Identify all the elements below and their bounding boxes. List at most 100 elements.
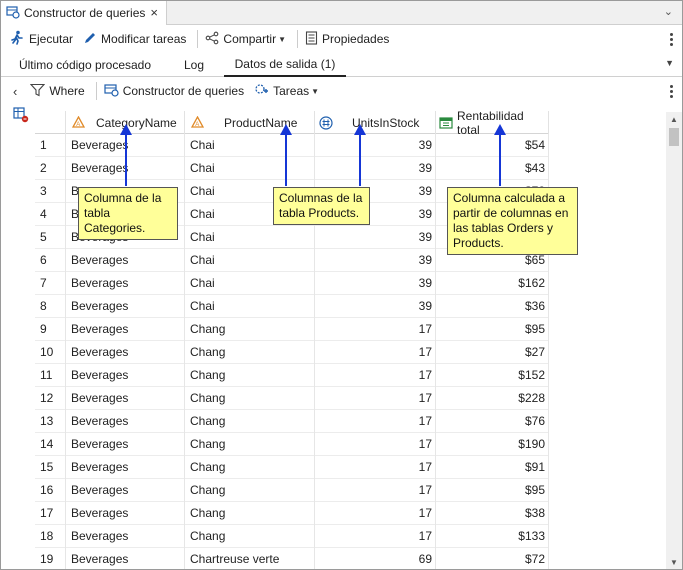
rentabilidad-total-cell[interactable]: $36 bbox=[436, 295, 549, 318]
productname-cell[interactable]: Chang bbox=[185, 410, 315, 433]
categoryname-cell[interactable]: Beverages bbox=[66, 387, 185, 410]
unitsinstock-cell[interactable]: 17 bbox=[315, 410, 436, 433]
unitsinstock-cell[interactable]: 39 bbox=[315, 272, 436, 295]
productname-cell[interactable]: Chang bbox=[185, 525, 315, 548]
rentabilidad-total-cell[interactable]: $38 bbox=[436, 502, 549, 525]
properties-button[interactable]: Propiedades bbox=[302, 28, 392, 50]
row-number-cell[interactable]: 17 bbox=[35, 502, 66, 525]
tab-last-code[interactable]: Último código procesado bbox=[11, 53, 159, 77]
table-row[interactable]: 7 Beverages Chai 39 $162 bbox=[35, 272, 549, 295]
categoryname-cell[interactable]: Beverages bbox=[66, 249, 185, 272]
table-row[interactable]: 1 Beverages Chai 39 $54 bbox=[35, 134, 549, 157]
productname-cell[interactable]: Chang bbox=[185, 341, 315, 364]
productname-cell[interactable]: Chai bbox=[185, 226, 315, 249]
table-row[interactable]: 9 Beverages Chang 17 $95 bbox=[35, 318, 549, 341]
table-row[interactable]: 12 Beverages Chang 17 $228 bbox=[35, 387, 549, 410]
row-number-cell[interactable]: 18 bbox=[35, 525, 66, 548]
vertical-scrollbar[interactable]: ▲ ▼ bbox=[666, 112, 682, 569]
productname-cell[interactable]: Chang bbox=[185, 502, 315, 525]
categoryname-cell[interactable]: Beverages bbox=[66, 433, 185, 456]
row-number-cell[interactable]: 19 bbox=[35, 548, 66, 569]
productname-cell[interactable]: Chartreuse verte bbox=[185, 548, 315, 569]
row-number-cell[interactable]: 14 bbox=[35, 433, 66, 456]
row-number-cell[interactable]: 10 bbox=[35, 341, 66, 364]
rentabilidad-total-cell[interactable]: $76 bbox=[436, 410, 549, 433]
rentabilidad-total-cell[interactable]: $152 bbox=[436, 364, 549, 387]
query-builder-button[interactable]: Constructor de queries bbox=[101, 80, 247, 102]
row-number-cell[interactable]: 16 bbox=[35, 479, 66, 502]
rentabilidad-total-cell[interactable]: $162 bbox=[436, 272, 549, 295]
scroll-down-icon[interactable]: ▼ bbox=[670, 558, 678, 567]
productname-cell[interactable]: Chang bbox=[185, 433, 315, 456]
rentabilidad-total-cell[interactable]: $43 bbox=[436, 157, 549, 180]
row-number-cell[interactable]: 1 bbox=[35, 134, 66, 157]
table-row[interactable]: 15 Beverages Chang 17 $91 bbox=[35, 456, 549, 479]
tab-output-data[interactable]: Datos de salida (1) bbox=[224, 53, 346, 77]
share-button[interactable]: Compartir ▼ bbox=[202, 28, 289, 50]
categoryname-cell[interactable]: Beverages bbox=[66, 456, 185, 479]
categoryname-cell[interactable]: Beverages bbox=[66, 410, 185, 433]
unitsinstock-cell[interactable]: 39 bbox=[315, 226, 436, 249]
unitsinstock-cell[interactable]: 69 bbox=[315, 548, 436, 569]
productname-cell[interactable]: Chai bbox=[185, 134, 315, 157]
unitsinstock-cell[interactable]: 17 bbox=[315, 433, 436, 456]
row-number-cell[interactable]: 12 bbox=[35, 387, 66, 410]
table-row[interactable]: 10 Beverages Chang 17 $27 bbox=[35, 341, 549, 364]
productname-cell[interactable]: Chang bbox=[185, 456, 315, 479]
more-options-icon[interactable] bbox=[670, 32, 674, 46]
unitsinstock-cell[interactable]: 39 bbox=[315, 157, 436, 180]
unitsinstock-cell[interactable]: 39 bbox=[315, 295, 436, 318]
scroll-thumb[interactable] bbox=[669, 128, 679, 146]
productname-cell[interactable]: Chang bbox=[185, 364, 315, 387]
column-properties-icon[interactable] bbox=[13, 107, 29, 126]
chevron-down-icon[interactable]: ▼ bbox=[665, 58, 674, 68]
column-header-productname[interactable]: A ProductName bbox=[185, 111, 315, 134]
categoryname-cell[interactable]: Beverages bbox=[66, 295, 185, 318]
unitsinstock-cell[interactable]: 17 bbox=[315, 387, 436, 410]
categoryname-cell[interactable]: Beverages bbox=[66, 548, 185, 569]
row-number-cell[interactable]: 11 bbox=[35, 364, 66, 387]
unitsinstock-cell[interactable]: 17 bbox=[315, 341, 436, 364]
productname-cell[interactable]: Chai bbox=[185, 295, 315, 318]
categoryname-cell[interactable]: Beverages bbox=[66, 272, 185, 295]
categoryname-cell[interactable]: Beverages bbox=[66, 364, 185, 387]
tab-query-builder[interactable]: Constructor de queries × bbox=[1, 1, 167, 25]
row-number-cell[interactable]: 4 bbox=[35, 203, 66, 226]
row-number-cell[interactable]: 15 bbox=[35, 456, 66, 479]
table-row[interactable]: 2 Beverages Chai 39 $43 bbox=[35, 157, 549, 180]
rentabilidad-total-cell[interactable]: $95 bbox=[436, 479, 549, 502]
tab-log[interactable]: Log bbox=[171, 53, 217, 77]
table-row[interactable]: 13 Beverages Chang 17 $76 bbox=[35, 410, 549, 433]
column-header-unitsinstock[interactable]: UnitsInStock bbox=[315, 111, 436, 134]
rentabilidad-total-cell[interactable]: $54 bbox=[436, 134, 549, 157]
unitsinstock-cell[interactable]: 39 bbox=[315, 134, 436, 157]
more-options-icon[interactable] bbox=[670, 84, 674, 98]
unitsinstock-cell[interactable]: 17 bbox=[315, 525, 436, 548]
unitsinstock-cell[interactable]: 17 bbox=[315, 364, 436, 387]
productname-cell[interactable]: Chang bbox=[185, 318, 315, 341]
table-row[interactable]: 17 Beverages Chang 17 $38 bbox=[35, 502, 549, 525]
row-number-cell[interactable]: 13 bbox=[35, 410, 66, 433]
close-icon[interactable]: × bbox=[150, 5, 158, 20]
rentabilidad-total-cell[interactable]: $91 bbox=[436, 456, 549, 479]
back-chevron-icon[interactable]: ‹ bbox=[13, 84, 17, 99]
productname-cell[interactable]: Chai bbox=[185, 157, 315, 180]
unitsinstock-cell[interactable]: 17 bbox=[315, 502, 436, 525]
unitsinstock-cell[interactable]: 17 bbox=[315, 479, 436, 502]
categoryname-cell[interactable]: Beverages bbox=[66, 525, 185, 548]
row-number-cell[interactable]: 5 bbox=[35, 226, 66, 249]
table-row[interactable]: 8 Beverages Chai 39 $36 bbox=[35, 295, 549, 318]
rentabilidad-total-cell[interactable]: $228 bbox=[436, 387, 549, 410]
productname-cell[interactable]: Chang bbox=[185, 479, 315, 502]
categoryname-cell[interactable]: Beverages bbox=[66, 479, 185, 502]
row-number-cell[interactable]: 8 bbox=[35, 295, 66, 318]
where-button[interactable]: Where bbox=[27, 80, 87, 102]
row-number-cell[interactable]: 3 bbox=[35, 180, 66, 203]
productname-cell[interactable]: Chai bbox=[185, 272, 315, 295]
scroll-up-icon[interactable]: ▲ bbox=[670, 115, 678, 124]
categoryname-cell[interactable]: Beverages bbox=[66, 318, 185, 341]
column-header-rentabilidad-total[interactable]: Rentabilidad total bbox=[436, 109, 549, 137]
rentabilidad-total-cell[interactable]: $95 bbox=[436, 318, 549, 341]
tasks-button[interactable]: Tareas ▼ bbox=[251, 80, 322, 102]
unitsinstock-cell[interactable]: 17 bbox=[315, 456, 436, 479]
